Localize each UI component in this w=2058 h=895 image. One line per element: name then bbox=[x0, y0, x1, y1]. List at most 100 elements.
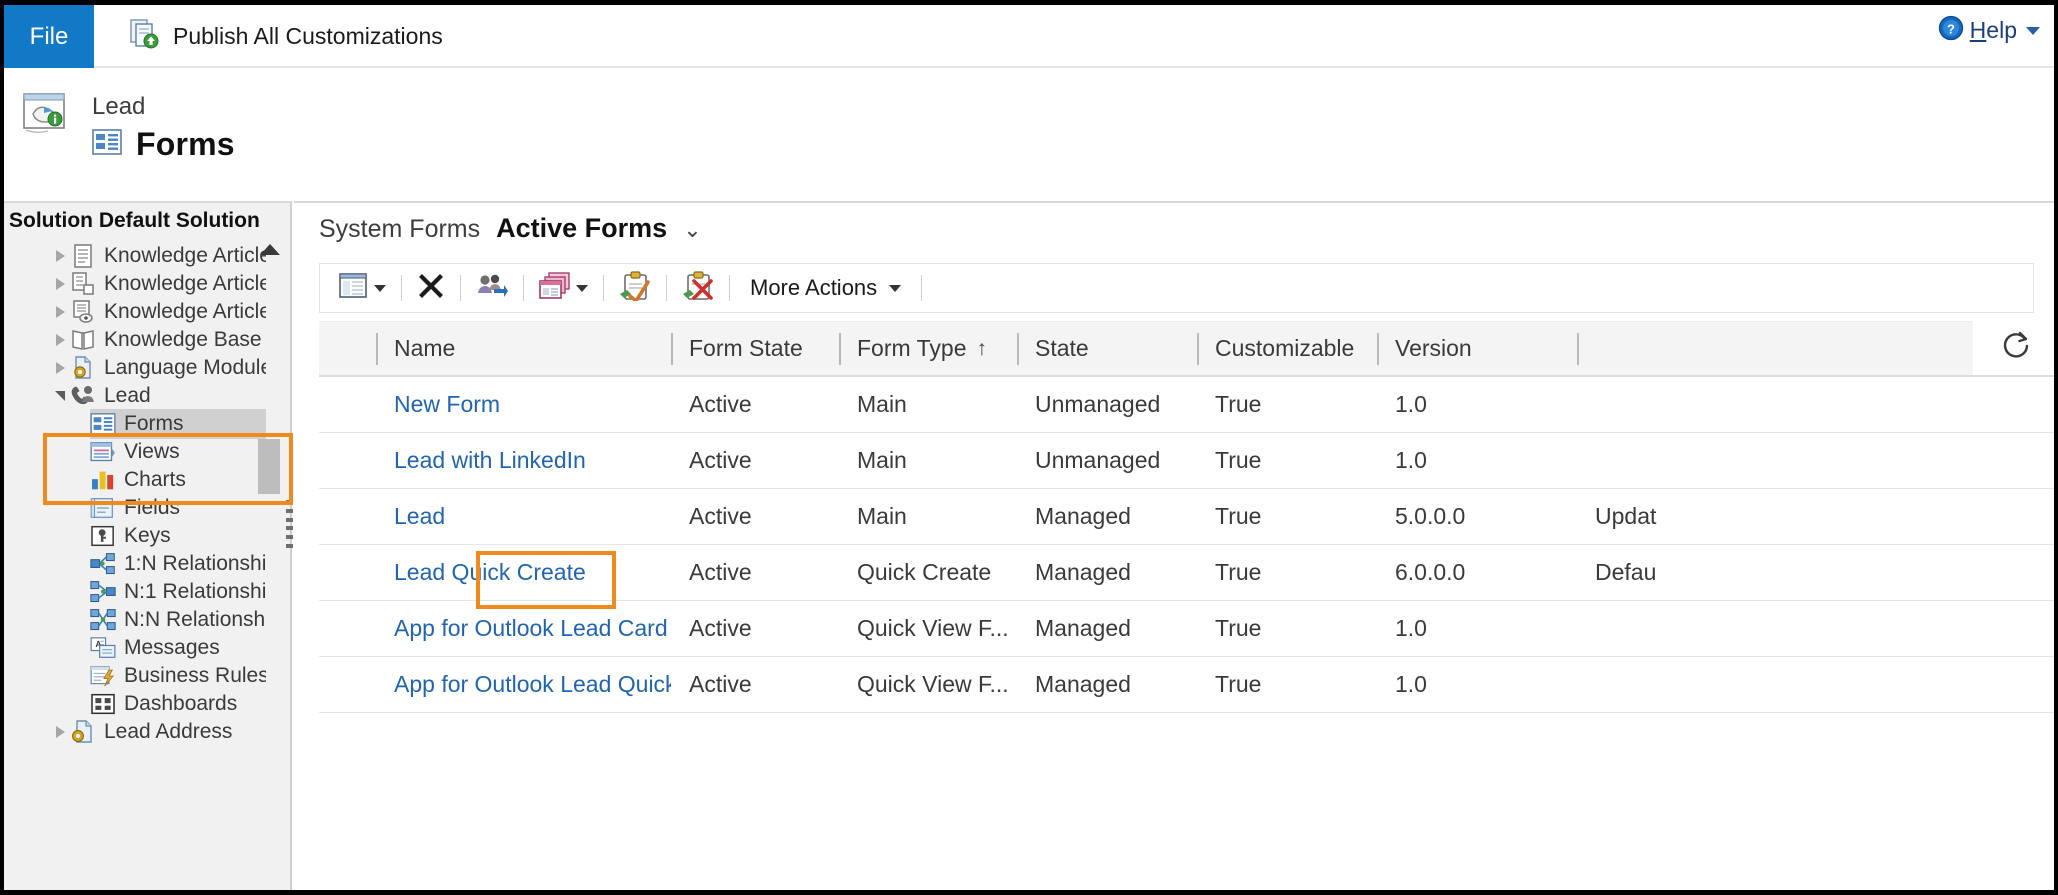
sidebar-item-1-n-relationships[interactable]: 1:N Relationships bbox=[4, 550, 266, 578]
ribbon-bar: File Publish All Customizations ? Help bbox=[4, 5, 2054, 68]
cell-description bbox=[1577, 377, 1877, 433]
chevron-down-icon[interactable] bbox=[374, 284, 386, 292]
cell-name[interactable]: Lead bbox=[376, 489, 671, 545]
form-order-button[interactable] bbox=[528, 266, 599, 310]
chevron-down-icon[interactable] bbox=[576, 284, 588, 292]
scroll-up-arrow-icon[interactable] bbox=[260, 244, 280, 255]
sidebar-item-dashboards[interactable]: Dashboards bbox=[4, 690, 266, 718]
column-header-check[interactable] bbox=[319, 321, 376, 377]
sidebar-item-language-module[interactable]: Language Module bbox=[4, 354, 266, 382]
sidebar-item-label: Business Rules bbox=[124, 664, 266, 687]
sidebar-item-charts[interactable]: Charts bbox=[4, 466, 266, 494]
toolbar-separator bbox=[921, 275, 923, 301]
more-actions-button[interactable]: More Actions bbox=[734, 266, 917, 310]
language-module-icon bbox=[70, 356, 96, 379]
cell-customizable: True bbox=[1215, 391, 1262, 417]
scrollbar-thumb[interactable] bbox=[258, 439, 280, 494]
table-row[interactable]: App for Outlook Lead Quick Vi... Active Qu… bbox=[319, 657, 2054, 713]
sidebar-item-keys[interactable]: Keys bbox=[4, 522, 266, 550]
column-header-label: Form State bbox=[689, 335, 803, 361]
help-label-rest: elp bbox=[1986, 17, 2017, 43]
sidebar-scrollbar[interactable] bbox=[258, 244, 280, 889]
publish-all-customizations-button[interactable]: Publish All Customizations bbox=[122, 13, 451, 59]
row-checkbox[interactable] bbox=[319, 657, 376, 713]
solution-tree[interactable]: Knowledge Article Knowledge Article I... K… bbox=[4, 242, 266, 890]
chevron-down-icon[interactable]: ⌄ bbox=[683, 217, 701, 243]
sidebar-item-forms[interactable]: Forms bbox=[4, 409, 266, 439]
page-header: Lead Forms bbox=[4, 68, 2054, 201]
column-header-state[interactable]: State bbox=[1017, 321, 1197, 377]
cell-name[interactable]: Lead Quick Create bbox=[376, 545, 671, 601]
column-header-label: State bbox=[1035, 335, 1089, 361]
sidebar-item-n-n-relationshi[interactable]: N:N Relationshi... bbox=[4, 606, 266, 634]
file-tab[interactable]: File bbox=[4, 5, 94, 68]
sidebar-item-knowledge-article[interactable]: Knowledge Article ... bbox=[4, 298, 266, 326]
cell-form_type: Quick View F... bbox=[857, 671, 1009, 697]
sidebar-item-knowledge-article-i[interactable]: Knowledge Article I... bbox=[4, 270, 266, 298]
sidebar-item-messages[interactable]: A Messages bbox=[4, 634, 266, 662]
sidebar-item-n-1-relationships[interactable]: N:1 Relationships bbox=[4, 578, 266, 606]
chevron-right-icon[interactable] bbox=[50, 278, 70, 290]
cell-name[interactable]: New Form bbox=[376, 377, 671, 433]
sidebar-item-business-rules[interactable]: Business Rules bbox=[4, 662, 266, 690]
chevron-right-icon[interactable] bbox=[50, 306, 70, 318]
file-tab-label: File bbox=[29, 22, 69, 50]
cell-form_state: Active bbox=[689, 559, 752, 585]
chevron-down-icon[interactable] bbox=[889, 284, 902, 292]
chevron-right-icon[interactable] bbox=[50, 726, 70, 738]
new-form-button[interactable] bbox=[328, 266, 397, 310]
table-row[interactable]: App for Outlook Lead Card Active Quick Vie… bbox=[319, 601, 2054, 657]
refresh-button[interactable] bbox=[1973, 321, 2054, 375]
row-checkbox[interactable] bbox=[319, 545, 376, 601]
chevron-down-icon[interactable] bbox=[50, 391, 70, 401]
cell-description bbox=[1577, 657, 1877, 713]
cell-customizable: True bbox=[1215, 671, 1262, 697]
table-row[interactable]: New Form Active Main Unmanaged True 1.0 bbox=[319, 377, 2054, 433]
column-header-customizable[interactable]: Customizable bbox=[1197, 321, 1377, 377]
cell-name[interactable]: Lead with LinkedIn bbox=[376, 433, 671, 489]
assign-security-roles-button[interactable] bbox=[465, 266, 519, 310]
new-form-icon bbox=[339, 272, 369, 304]
business-rules-icon bbox=[90, 665, 116, 687]
row-checkbox[interactable] bbox=[319, 377, 376, 433]
sidebar-item-views[interactable]: Views bbox=[4, 438, 266, 466]
publish-all-customizations-label: Publish All Customizations bbox=[173, 22, 443, 49]
sidebar-item-label: Views bbox=[124, 440, 180, 463]
row-checkbox[interactable] bbox=[319, 433, 376, 489]
chevron-down-icon[interactable] bbox=[2026, 26, 2040, 35]
delete-button[interactable] bbox=[406, 266, 456, 310]
toolbar-separator bbox=[401, 275, 402, 301]
column-header-name[interactable]: Name bbox=[376, 321, 671, 377]
disable-security-button[interactable] bbox=[671, 266, 725, 310]
sidebar-item-knowledge-base-re[interactable]: Knowledge Base Re... bbox=[4, 326, 266, 354]
cell-name[interactable]: App for Outlook Lead Card bbox=[376, 601, 671, 657]
table-row[interactable]: Lead Active Main Managed True 5.0.0.0 Updat bbox=[319, 489, 2054, 545]
enable-security-button[interactable] bbox=[608, 266, 662, 310]
active-view-name[interactable]: Active Forms bbox=[496, 213, 667, 244]
chevron-right-icon[interactable] bbox=[50, 362, 70, 374]
chevron-right-icon[interactable] bbox=[50, 334, 70, 346]
column-header-description[interactable] bbox=[1577, 321, 1877, 377]
row-checkbox[interactable] bbox=[319, 489, 376, 545]
grid-header-row: Name Form State Form Type ↑ State Customizabl… bbox=[319, 321, 2054, 377]
sidebar-item-fields[interactable]: Fields bbox=[4, 494, 266, 522]
sidebar-item-lead-address[interactable]: Lead Address bbox=[4, 718, 266, 746]
lead-address-icon bbox=[70, 720, 96, 743]
row-checkbox[interactable] bbox=[319, 601, 376, 657]
forms-icon bbox=[90, 413, 116, 435]
cell-customizable: True bbox=[1215, 503, 1262, 529]
sidebar-item-lead[interactable]: Lead bbox=[4, 382, 266, 410]
table-row[interactable]: Lead with LinkedIn Active Main Unmanaged Tru… bbox=[319, 433, 2054, 489]
chevron-right-icon[interactable] bbox=[50, 250, 70, 262]
column-header-form_state[interactable]: Form State bbox=[671, 321, 839, 377]
column-header-form_type[interactable]: Form Type ↑ bbox=[839, 321, 1017, 377]
sidebar-splitter-handle[interactable] bbox=[286, 500, 293, 548]
column-header-version[interactable]: Version bbox=[1377, 321, 1577, 377]
help-menu[interactable]: ? Help bbox=[1938, 15, 2040, 46]
grid-body: New Form Active Main Unmanaged True 1.0 Lead w… bbox=[319, 377, 2054, 773]
view-selector[interactable]: System Forms Active Forms ⌄ bbox=[319, 213, 702, 244]
sidebar-item-knowledge-article[interactable]: Knowledge Article bbox=[4, 242, 266, 270]
cell-version: 6.0.0.0 bbox=[1395, 559, 1466, 585]
table-row[interactable]: Lead Quick Create Active Quick Create Manag… bbox=[319, 545, 2054, 601]
cell-name[interactable]: App for Outlook Lead Quick Vi... bbox=[376, 657, 671, 713]
